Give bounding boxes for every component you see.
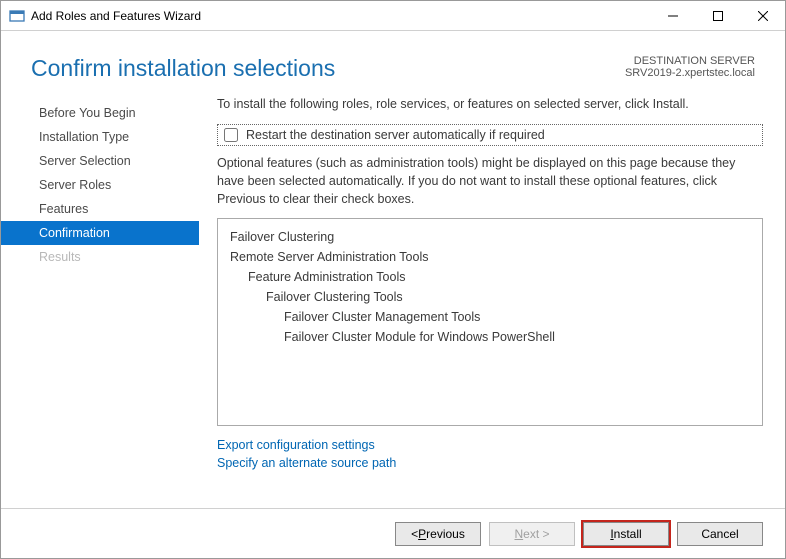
- alternate-source-link[interactable]: Specify an alternate source path: [217, 454, 763, 472]
- destination-label: DESTINATION SERVER: [625, 55, 755, 67]
- next-button: Next >: [489, 522, 575, 546]
- window-title: Add Roles and Features Wizard: [31, 9, 650, 23]
- window-controls: [650, 1, 785, 30]
- sidebar: Before You BeginInstallation TypeServer …: [1, 96, 199, 486]
- previous-button[interactable]: < Previous: [395, 522, 481, 546]
- content: To install the following roles, role ser…: [199, 96, 763, 486]
- close-button[interactable]: [740, 1, 785, 30]
- install-button[interactable]: Install: [583, 522, 669, 546]
- destination-box: DESTINATION SERVER SRV2019-2.xpertstec.l…: [625, 55, 755, 79]
- sidebar-item-server-roles[interactable]: Server Roles: [1, 173, 199, 197]
- feature-item: Failover Clustering Tools: [230, 287, 750, 307]
- page-title: Confirm installation selections: [31, 55, 335, 82]
- instruction-text: To install the following roles, role ser…: [217, 96, 763, 114]
- feature-item: Failover Cluster Module for Windows Powe…: [230, 327, 750, 347]
- sidebar-item-server-selection[interactable]: Server Selection: [1, 149, 199, 173]
- feature-item: Feature Administration Tools: [230, 267, 750, 287]
- header-area: Confirm installation selections DESTINAT…: [1, 31, 785, 96]
- main-area: Before You BeginInstallation TypeServer …: [1, 96, 785, 486]
- sidebar-item-confirmation[interactable]: Confirmation: [1, 221, 199, 245]
- restart-label: Restart the destination server automatic…: [246, 128, 545, 142]
- restart-checkbox[interactable]: [224, 128, 238, 142]
- minimize-button[interactable]: [650, 1, 695, 30]
- feature-item: Remote Server Administration Tools: [230, 247, 750, 267]
- feature-item: Failover Clustering: [230, 227, 750, 247]
- sidebar-item-before-you-begin[interactable]: Before You Begin: [1, 101, 199, 125]
- app-icon: [9, 8, 25, 24]
- footer: < Previous Next > Install Cancel: [1, 508, 785, 558]
- destination-value: SRV2019-2.xpertstec.local: [625, 67, 755, 79]
- optional-features-text: Optional features (such as administratio…: [217, 154, 763, 208]
- feature-item: Failover Cluster Management Tools: [230, 307, 750, 327]
- features-list: Failover ClusteringRemote Server Adminis…: [217, 218, 763, 426]
- sidebar-item-features[interactable]: Features: [1, 197, 199, 221]
- export-settings-link[interactable]: Export configuration settings: [217, 436, 763, 454]
- titlebar: Add Roles and Features Wizard: [1, 1, 785, 31]
- maximize-button[interactable]: [695, 1, 740, 30]
- sidebar-item-installation-type[interactable]: Installation Type: [1, 125, 199, 149]
- cancel-button[interactable]: Cancel: [677, 522, 763, 546]
- restart-checkbox-row[interactable]: Restart the destination server automatic…: [217, 124, 763, 146]
- sidebar-item-results: Results: [1, 245, 199, 269]
